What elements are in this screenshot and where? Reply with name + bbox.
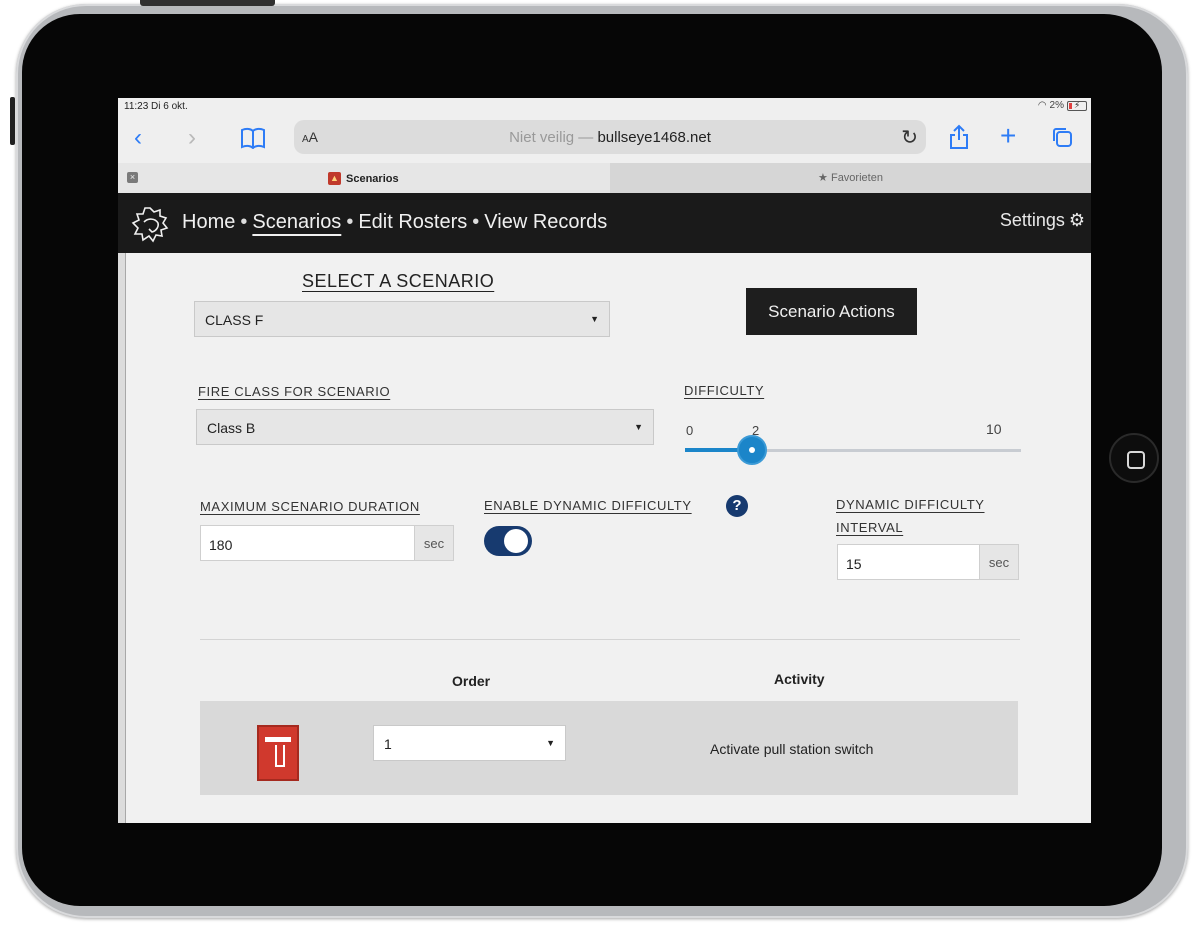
new-tab-icon[interactable]: +	[1000, 122, 1016, 150]
select-scenario-title: SELECT A SCENARIO	[302, 271, 495, 291]
page-edge	[118, 253, 126, 823]
dynamic-difficulty-label: ENABLE DYNAMIC DIFFICULTY	[484, 498, 692, 513]
order-column-header: Order	[452, 673, 491, 689]
back-icon[interactable]: ‹	[134, 126, 142, 150]
status-bar: 11:23 Di 6 okt. ◠ 2%	[118, 98, 1091, 115]
battery-icon	[1067, 100, 1087, 111]
settings-label: Settings	[999, 210, 1065, 230]
interval-unit: sec	[979, 544, 1019, 580]
chevron-down-icon: ▼	[546, 738, 555, 748]
tab-favorites[interactable]: ★ Favorieten	[610, 163, 1091, 193]
max-duration-label: MAXIMUM SCENARIO DURATION	[200, 499, 420, 514]
difficulty-label: DIFFICULTY	[684, 383, 765, 398]
status-indicators: ◠ 2%	[1038, 100, 1087, 111]
share-icon[interactable]	[948, 124, 970, 155]
browser-toolbar: ‹ › AA Niet veilig — bullseye1468.net ↻ …	[118, 115, 1091, 163]
section-divider	[200, 639, 1020, 640]
difficulty-slider-handle[interactable]	[737, 435, 768, 465]
tab-label: Scenarios	[346, 173, 399, 185]
pull-station-icon	[257, 725, 299, 781]
tab-strip: × ▲ Scenarios ★ Favorieten	[118, 163, 1091, 193]
fire-class-select-value: Class B	[207, 420, 256, 436]
scenario-select-value: CLASS F	[205, 312, 264, 328]
star-icon: ★	[818, 172, 831, 184]
home-button[interactable]	[1109, 433, 1159, 483]
reload-icon[interactable]: ↻	[901, 125, 918, 150]
fire-favicon-icon: ▲	[328, 172, 341, 185]
close-icon[interactable]: ×	[127, 172, 138, 183]
url-security-label: Niet veilig —	[509, 129, 598, 146]
scenario-editor: SELECT A SCENARIO CLASS F ▼ Scenario Act…	[126, 253, 1091, 823]
dynamic-interval-label-line2: INTERVAL	[836, 520, 904, 535]
nav-edit-rosters[interactable]: Edit Rosters	[358, 211, 467, 234]
activity-column-header: Activity	[774, 671, 825, 687]
tab-scenarios[interactable]: × ▲ Scenarios	[118, 163, 608, 193]
forward-icon[interactable]: ›	[188, 126, 196, 150]
chevron-down-icon: ▼	[634, 422, 643, 432]
dynamic-interval-label: DYNAMIC DIFFICULTY	[836, 497, 985, 512]
toggle-knob	[504, 529, 528, 553]
tabs-icon[interactable]	[1050, 125, 1074, 154]
duration-unit: sec	[414, 525, 454, 561]
url-domain: bullseye1468.net	[597, 129, 711, 146]
dynamic-interval-group: 15 sec	[837, 544, 1019, 580]
status-time: 11:23 Di 6 okt.	[124, 101, 188, 112]
address-bar[interactable]: AA Niet veilig — bullseye1468.net ↻	[294, 120, 926, 154]
help-icon[interactable]: ?	[726, 495, 748, 517]
slider-max-label: 10	[986, 421, 1002, 437]
lion-logo-icon[interactable]	[130, 205, 170, 245]
fire-class-label: FIRE CLASS FOR SCENARIO	[198, 384, 391, 399]
wifi-icon: ◠	[1037, 100, 1047, 111]
settings-link[interactable]: Settings ⚙	[1000, 210, 1085, 231]
scenario-actions-button[interactable]: Scenario Actions	[746, 288, 917, 335]
nav-scenarios[interactable]: Scenarios	[252, 211, 341, 234]
fire-class-select[interactable]: Class B ▼	[196, 409, 654, 445]
order-select[interactable]: 1 ▼	[373, 725, 566, 761]
nav-separator: •	[472, 211, 480, 233]
screen: 11:23 Di 6 okt. ◠ 2% ‹ › AA Niet veilig …	[118, 98, 1091, 823]
dynamic-interval-input[interactable]: 15	[837, 544, 979, 580]
activity-text: Activate pull station switch	[710, 741, 874, 757]
tab-label: ★ Favorieten	[818, 172, 883, 184]
max-duration-group: 180 sec	[200, 525, 454, 561]
chevron-down-icon: ▼	[590, 314, 599, 324]
dynamic-difficulty-toggle[interactable]	[484, 526, 532, 556]
nav-separator: •	[346, 211, 354, 233]
max-duration-input[interactable]: 180	[200, 525, 414, 561]
main-nav: Home • Scenarios • Edit Rosters • View R…	[182, 211, 607, 234]
battery-percent: 2%	[1049, 100, 1064, 111]
nav-home[interactable]: Home	[182, 211, 235, 234]
slider-min-label: 0	[686, 423, 694, 438]
bookmarks-icon[interactable]	[240, 127, 266, 154]
site-nav-bar: Home • Scenarios • Edit Rosters • View R…	[118, 193, 1091, 253]
url-text: Niet veilig — bullseye1468.net	[294, 129, 926, 146]
gear-icon: ⚙	[1068, 210, 1085, 230]
device-top-detail	[140, 0, 275, 6]
scenario-select[interactable]: CLASS F ▼	[194, 301, 610, 337]
nav-view-records[interactable]: View Records	[484, 211, 607, 234]
nav-separator: •	[240, 211, 248, 233]
side-button	[10, 97, 15, 145]
table-row: 1 ▼ Activate pull station switch	[200, 701, 1018, 795]
order-select-value: 1	[384, 736, 392, 752]
